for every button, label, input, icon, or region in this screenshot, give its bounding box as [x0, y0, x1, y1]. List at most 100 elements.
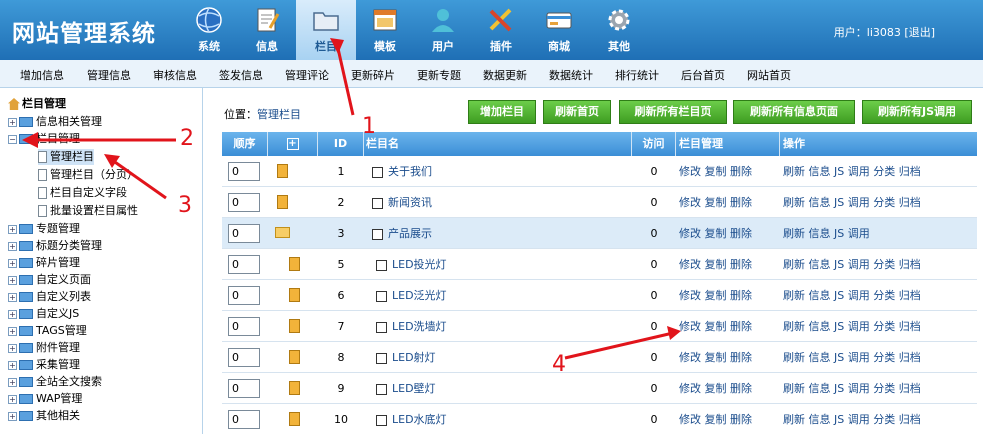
topnav-other[interactable]: 其他	[590, 0, 648, 60]
expand-icon[interactable]: +	[8, 411, 17, 421]
column-name-link[interactable]: 产品展示	[388, 227, 432, 240]
collapse-icon[interactable]: −	[8, 134, 17, 144]
topnav-user[interactable]: 用户	[414, 0, 472, 60]
manage-action-link[interactable]: 修改	[679, 258, 701, 271]
operation-link[interactable]: 刷新	[783, 258, 805, 271]
column-name-link[interactable]: LED水底灯	[392, 413, 447, 426]
operation-link[interactable]: 归档	[899, 289, 921, 302]
operation-link[interactable]: 信息	[809, 351, 831, 364]
manage-action-link[interactable]: 复制	[705, 351, 727, 364]
expand-icon[interactable]: +	[8, 224, 17, 234]
operation-link[interactable]: 分类	[873, 289, 895, 302]
manage-action-link[interactable]: 复制	[705, 413, 727, 426]
manage-action-link[interactable]: 复制	[705, 320, 727, 333]
operation-link[interactable]: 信息	[809, 320, 831, 333]
order-input[interactable]: 0	[228, 348, 260, 367]
tree-item-wap[interactable]: + WAP管理	[8, 391, 82, 407]
operation-link[interactable]: 刷新	[783, 227, 805, 240]
operation-link[interactable]: 调用	[848, 289, 870, 302]
operation-link[interactable]: 调用	[848, 413, 870, 426]
operation-link[interactable]: 信息	[809, 227, 831, 240]
column-name-link[interactable]: LED投光灯	[392, 258, 447, 271]
order-input[interactable]: 0	[228, 286, 260, 305]
subnav-site-home[interactable]: 网站首页	[747, 67, 791, 83]
row-checkbox[interactable]	[376, 383, 387, 395]
manage-action-link[interactable]: 修改	[679, 351, 701, 364]
expand-icon[interactable]: +	[8, 360, 17, 370]
operation-link[interactable]: JS	[834, 351, 844, 364]
expand-icon[interactable]: +	[8, 275, 17, 285]
tree-item-info-related[interactable]: + 信息相关管理	[8, 114, 102, 130]
manage-action-link[interactable]: 修改	[679, 382, 701, 395]
operation-link[interactable]: 归档	[899, 258, 921, 271]
order-input[interactable]: 0	[228, 162, 260, 181]
tree-child-manage-columns[interactable]: 管理栏目	[38, 149, 94, 165]
row-checkbox[interactable]	[376, 259, 387, 271]
tree-item-other[interactable]: + 其他相关	[8, 408, 80, 424]
manage-action-link[interactable]: 修改	[679, 227, 701, 240]
operation-link[interactable]: 刷新	[783, 351, 805, 364]
subnav-manage-info[interactable]: 管理信息	[87, 67, 131, 83]
manage-action-link[interactable]: 复制	[705, 165, 727, 178]
topnav-info[interactable]: 信息	[238, 0, 296, 60]
tree-item-topics[interactable]: + 专题管理	[8, 221, 80, 237]
expand-icon[interactable]: +	[8, 258, 17, 268]
operation-link[interactable]: 归档	[899, 320, 921, 333]
operation-link[interactable]: 分类	[873, 320, 895, 333]
manage-action-link[interactable]: 修改	[679, 289, 701, 302]
tree-item-collection[interactable]: + 采集管理	[8, 357, 80, 373]
operation-link[interactable]: JS	[834, 227, 844, 240]
manage-action-link[interactable]: 删除	[730, 196, 752, 209]
operation-link[interactable]: 信息	[809, 413, 831, 426]
operation-link[interactable]: JS	[834, 413, 844, 426]
order-input[interactable]: 0	[228, 193, 260, 212]
subnav-admin-home[interactable]: 后台首页	[681, 67, 725, 83]
tree-item-title-categories[interactable]: + 标题分类管理	[8, 238, 102, 254]
operation-link[interactable]: JS	[834, 196, 844, 209]
operation-link[interactable]: 信息	[809, 196, 831, 209]
operation-link[interactable]: 归档	[899, 413, 921, 426]
subnav-add-info[interactable]: 增加信息	[20, 67, 64, 83]
operation-link[interactable]: 信息	[809, 289, 831, 302]
operation-link[interactable]: JS	[834, 382, 844, 395]
breadcrumb-link[interactable]: 管理栏目	[257, 108, 301, 121]
operation-link[interactable]: 调用	[848, 165, 870, 178]
tree-child-manage-columns-paged[interactable]: 管理栏目（分页）	[38, 167, 138, 183]
operation-link[interactable]: JS	[834, 289, 844, 302]
column-name-link[interactable]: 新闻资讯	[388, 196, 432, 209]
topnav-template[interactable]: 模板	[356, 0, 414, 60]
refresh-home-button[interactable]: 刷新首页	[543, 100, 611, 124]
tree-item-custom-lists[interactable]: + 自定义列表	[8, 289, 91, 305]
operation-link[interactable]: JS	[834, 320, 844, 333]
column-name-link[interactable]: LED泛光灯	[392, 289, 447, 302]
logout-link[interactable]: [退出]	[904, 26, 935, 39]
operation-link[interactable]: 归档	[899, 382, 921, 395]
subnav-data-update[interactable]: 数据更新	[483, 67, 527, 83]
manage-action-link[interactable]: 复制	[705, 227, 727, 240]
expand-icon[interactable]: +	[8, 117, 17, 127]
manage-action-link[interactable]: 删除	[730, 289, 752, 302]
tree-item-custom-js[interactable]: + 自定义JS	[8, 306, 79, 322]
topnav-column[interactable]: 栏目	[296, 0, 356, 60]
manage-action-link[interactable]: 删除	[730, 165, 752, 178]
expand-icon[interactable]: +	[8, 292, 17, 302]
expand-icon[interactable]: +	[8, 394, 17, 404]
operation-link[interactable]: 分类	[873, 351, 895, 364]
order-input[interactable]: 0	[228, 317, 260, 336]
operation-link[interactable]: 刷新	[783, 413, 805, 426]
operation-link[interactable]: 归档	[899, 196, 921, 209]
topnav-shop[interactable]: 商城	[530, 0, 588, 60]
row-checkbox[interactable]	[372, 197, 383, 209]
tree-item-custom-pages[interactable]: + 自定义页面	[8, 272, 91, 288]
tree-item-attachments[interactable]: + 附件管理	[8, 340, 80, 356]
operation-link[interactable]: 信息	[809, 258, 831, 271]
refresh-all-js-button[interactable]: 刷新所有JS调用	[862, 100, 972, 124]
expand-icon[interactable]: +	[8, 377, 17, 387]
operation-link[interactable]: 归档	[899, 165, 921, 178]
subnav-rank-stats[interactable]: 排行统计	[615, 67, 659, 83]
manage-action-link[interactable]: 删除	[730, 227, 752, 240]
operation-link[interactable]: 刷新	[783, 382, 805, 395]
tree-child-batch-attributes[interactable]: 批量设置栏目属性	[38, 203, 138, 219]
row-checkbox[interactable]	[376, 352, 387, 364]
subnav-update-topics[interactable]: 更新专题	[417, 67, 461, 83]
